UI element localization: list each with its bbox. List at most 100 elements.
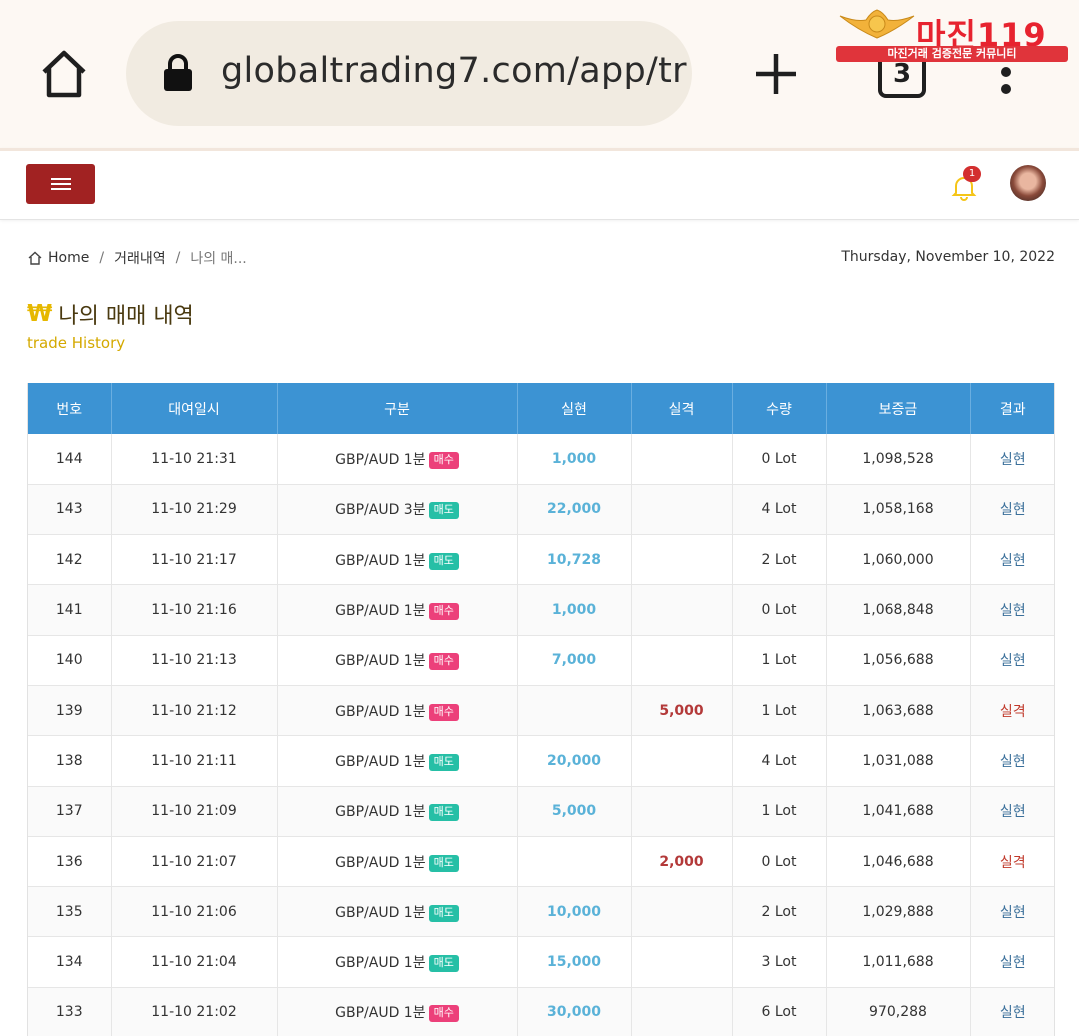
browser-toolbar: globaltrading7.com/app/tr 3 마진119 마진거래 검… bbox=[0, 0, 1079, 148]
address-bar[interactable]: globaltrading7.com/app/tr bbox=[126, 21, 692, 126]
result-status: 실현 bbox=[970, 584, 1054, 636]
table-row[interactable]: 144 11-10 21:31 GBP/AUD 1분 매수 1,000 0 Lot 1,09… bbox=[28, 434, 1054, 485]
trade-number: 136 bbox=[28, 836, 112, 888]
deposit: 1,098,528 bbox=[826, 434, 971, 485]
trade-time: 11-10 21:13 bbox=[111, 635, 278, 686]
side-badge: 매도 bbox=[428, 552, 459, 570]
trade-time: 11-10 21:16 bbox=[111, 584, 278, 636]
page-title: ₩ 나의 매매 내역 bbox=[27, 298, 194, 330]
won-icon: ₩ bbox=[27, 301, 53, 327]
table-row[interactable]: 137 11-10 21:09 GBP/AUD 1분 매도 5,000 1 Lot 1,04… bbox=[28, 786, 1054, 837]
table-row[interactable]: 136 11-10 21:07 GBP/AUD 1분 매도 2,000 0 Lot 1,04… bbox=[28, 836, 1054, 888]
trade-product-cell: GBP/AUD 1분 매도 bbox=[277, 786, 518, 837]
table-row[interactable]: 141 11-10 21:16 GBP/AUD 1분 매수 1,000 0 Lot 1,06… bbox=[28, 584, 1054, 636]
menu-button[interactable] bbox=[26, 164, 95, 204]
column-header[interactable]: 보증금 bbox=[826, 383, 971, 434]
quantity: 0 Lot bbox=[732, 434, 827, 485]
column-header[interactable]: 실격 bbox=[631, 383, 733, 434]
trade-number: 140 bbox=[28, 635, 112, 686]
breadcrumb-trade-history[interactable]: 거래내역 bbox=[114, 248, 166, 268]
table-row[interactable]: 135 11-10 21:06 GBP/AUD 1분 매도 10,000 2 Lot 1,0… bbox=[28, 886, 1054, 938]
quantity: 3 Lot bbox=[732, 936, 827, 988]
trade-product-cell: GBP/AUD 1분 매도 bbox=[277, 936, 518, 988]
realized-amount bbox=[517, 836, 632, 888]
lost-amount bbox=[631, 584, 733, 636]
trade-product-cell: GBP/AUD 1분 매도 bbox=[277, 836, 518, 888]
lost-amount bbox=[631, 534, 733, 586]
trade-number: 134 bbox=[28, 936, 112, 988]
realized-amount: 1,000 bbox=[517, 434, 632, 485]
trade-number: 141 bbox=[28, 584, 112, 636]
breadcrumb: Home / 거래내역 / 나의 매... bbox=[27, 248, 247, 268]
trade-time: 11-10 21:06 bbox=[111, 886, 278, 938]
trade-number: 138 bbox=[28, 735, 112, 787]
table-row[interactable]: 143 11-10 21:29 GBP/AUD 3분 매도 22,000 4 Lot 1,0… bbox=[28, 484, 1054, 536]
realized-amount: 20,000 bbox=[517, 735, 632, 787]
realized-amount: 15,000 bbox=[517, 936, 632, 988]
trade-product: GBP/AUD 1분 bbox=[335, 451, 426, 468]
deposit: 970,288 bbox=[826, 987, 971, 1036]
current-date: Thursday, November 10, 2022 bbox=[841, 249, 1055, 265]
trade-product: GBP/AUD 3분 bbox=[335, 502, 426, 519]
trade-product-cell: GBP/AUD 1분 매수 bbox=[277, 635, 518, 686]
trade-product: GBP/AUD 1분 bbox=[335, 603, 426, 620]
side-badge: 매도 bbox=[428, 804, 459, 822]
realized-amount: 10,000 bbox=[517, 886, 632, 938]
side-badge: 매도 bbox=[428, 955, 459, 973]
trade-product-cell: GBP/AUD 1분 매수 bbox=[277, 584, 518, 636]
column-header[interactable]: 결과 bbox=[970, 383, 1054, 434]
trade-product: GBP/AUD 1분 bbox=[335, 904, 426, 921]
column-header[interactable]: 수량 bbox=[732, 383, 827, 434]
trade-product: GBP/AUD 1분 bbox=[335, 804, 426, 821]
table-row[interactable]: 140 11-10 21:13 GBP/AUD 1분 매수 7,000 1 Lot 1,05… bbox=[28, 635, 1054, 686]
breadcrumb-home[interactable]: Home bbox=[48, 250, 89, 266]
quantity: 1 Lot bbox=[732, 786, 827, 837]
trade-time: 11-10 21:29 bbox=[111, 484, 278, 536]
result-status: 실현 bbox=[970, 886, 1054, 938]
lost-amount: 2,000 bbox=[631, 836, 733, 888]
realized-amount: 5,000 bbox=[517, 786, 632, 837]
column-header[interactable]: 번호 bbox=[28, 383, 112, 434]
url-text[interactable]: globaltrading7.com/app/tr bbox=[221, 51, 687, 91]
avatar[interactable] bbox=[1010, 165, 1046, 201]
deposit: 1,041,688 bbox=[826, 786, 971, 837]
trade-number: 142 bbox=[28, 534, 112, 586]
table-row[interactable]: 139 11-10 21:12 GBP/AUD 1분 매수 5,000 1 Lot 1,06… bbox=[28, 685, 1054, 737]
trade-time: 11-10 21:31 bbox=[111, 434, 278, 485]
table-header-row: 번호 대여일시 구분 실현 실격 수량 보증금 결과 bbox=[28, 383, 1054, 434]
quantity: 1 Lot bbox=[732, 685, 827, 737]
quantity: 4 Lot bbox=[732, 735, 827, 787]
table-row[interactable]: 142 11-10 21:17 GBP/AUD 1분 매도 10,728 2 Lot 1,0… bbox=[28, 534, 1054, 586]
lost-amount bbox=[631, 936, 733, 988]
trade-history-table: 번호 대여일시 구분 실현 실격 수량 보증금 결과 144 11-10 21:3… bbox=[27, 383, 1055, 1036]
trade-time: 11-10 21:04 bbox=[111, 936, 278, 988]
trade-number: 143 bbox=[28, 484, 112, 536]
result-status: 실현 bbox=[970, 434, 1054, 485]
page-title-text: 나의 매매 내역 bbox=[58, 304, 194, 329]
side-badge: 매수 bbox=[428, 703, 459, 721]
trade-product: GBP/AUD 1분 bbox=[335, 955, 426, 972]
lost-amount bbox=[631, 735, 733, 787]
deposit: 1,031,088 bbox=[826, 735, 971, 787]
trade-number: 139 bbox=[28, 685, 112, 737]
table-row[interactable]: 138 11-10 21:11 GBP/AUD 1분 매도 20,000 4 Lot 1,0… bbox=[28, 735, 1054, 787]
column-header[interactable]: 대여일시 bbox=[111, 383, 278, 434]
result-status: 실현 bbox=[970, 635, 1054, 686]
column-header[interactable]: 구분 bbox=[277, 383, 518, 434]
deposit: 1,046,688 bbox=[826, 836, 971, 888]
realized-amount: 7,000 bbox=[517, 635, 632, 686]
trade-number: 135 bbox=[28, 886, 112, 938]
home-icon[interactable] bbox=[38, 48, 90, 100]
trade-time: 11-10 21:12 bbox=[111, 685, 278, 737]
deposit: 1,063,688 bbox=[826, 685, 971, 737]
lost-amount bbox=[631, 434, 733, 485]
new-tab-icon[interactable] bbox=[752, 50, 800, 98]
notification-badge: 1 bbox=[963, 166, 981, 182]
side-badge: 매도 bbox=[428, 904, 459, 922]
table-row[interactable]: 133 11-10 21:02 GBP/AUD 1분 매수 30,000 6 Lot 970… bbox=[28, 987, 1054, 1036]
trade-product: GBP/AUD 1분 bbox=[335, 552, 426, 569]
column-header[interactable]: 실현 bbox=[517, 383, 632, 434]
breadcrumb-separator: / bbox=[175, 250, 181, 266]
trade-time: 11-10 21:09 bbox=[111, 786, 278, 837]
table-row[interactable]: 134 11-10 21:04 GBP/AUD 1분 매도 15,000 3 Lot 1,0… bbox=[28, 936, 1054, 988]
